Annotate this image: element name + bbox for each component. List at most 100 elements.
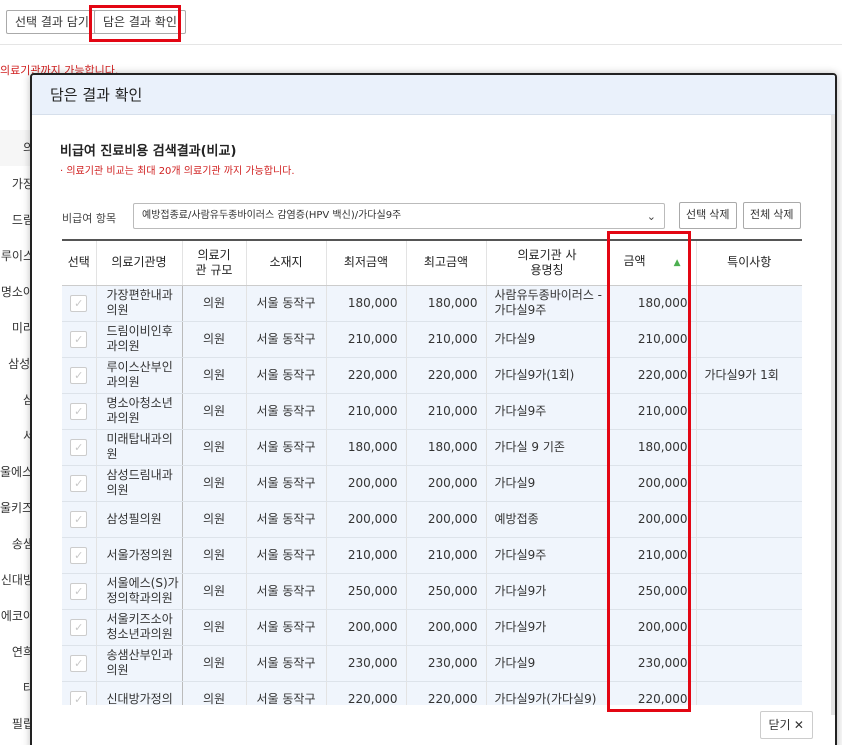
col-min-price: 최저금액	[325, 241, 406, 286]
cell-remarks	[695, 573, 802, 610]
cell-max: 230,000	[405, 645, 486, 682]
row-checkbox[interactable]: ✓	[70, 294, 88, 312]
cell-select: ✓	[62, 573, 96, 610]
cell-location: 서울 동작구	[245, 393, 326, 430]
cell-min: 210,000	[325, 537, 406, 574]
cell-remarks	[695, 321, 802, 358]
table-row[interactable]: ✓ 삼성드림내과의원 의원 서울 동작구 200,000 200,000 가다실9 200,0…	[62, 465, 802, 502]
background-row: 송샘	[11, 537, 34, 551]
cell-select: ✓	[62, 537, 96, 574]
row-checkbox[interactable]: ✓	[70, 474, 88, 492]
cell-amount: 220,000	[607, 357, 696, 394]
background-row: 가장	[11, 177, 34, 191]
item-select-value: 예방접종료/사람유두종바이러스 감염증(HPV 백신)/가다실9주	[142, 210, 402, 221]
row-checkbox[interactable]: ✓	[70, 582, 88, 600]
cell-location: 서울 동작구	[245, 573, 326, 610]
results-table: 선택 의료기관명 의료기관 규모 소재지 최저금액 최고금액 의료기관 사용명칭…	[62, 239, 802, 705]
cell-name: 서울에스(S)가정의학과의원	[95, 573, 183, 610]
sort-up-icon[interactable]: ▲	[674, 258, 681, 268]
close-button[interactable]: 닫기 ✕	[759, 711, 813, 739]
cell-select: ✓	[62, 357, 96, 394]
cell-name: 삼성필의원	[95, 501, 183, 538]
cell-select: ✓	[62, 465, 96, 502]
cell-min: 200,000	[325, 609, 406, 646]
cell-scale: 의원	[181, 537, 246, 574]
background-row: 명소아	[0, 285, 34, 299]
delete-all-button[interactable]: 전체 삭제	[743, 202, 801, 229]
row-checkbox[interactable]: ✓	[70, 618, 88, 636]
col-scale-label: 의료기관 규모	[195, 247, 233, 277]
cell-max: 210,000	[405, 537, 486, 574]
col-scale: 의료기관 규모	[181, 241, 246, 286]
row-checkbox[interactable]: ✓	[70, 690, 88, 705]
row-checkbox[interactable]: ✓	[70, 366, 88, 384]
background-row: 울에스(	[0, 465, 34, 479]
row-checkbox[interactable]: ✓	[70, 438, 88, 456]
cell-max: 220,000	[405, 357, 486, 394]
cell-location: 서울 동작구	[245, 645, 326, 682]
select-add-button[interactable]: 선택 결과 담기	[6, 10, 98, 34]
table-row[interactable]: ✓ 드림이비인후과의원 의원 서울 동작구 210,000 210,000 가다실9 210,…	[62, 321, 802, 358]
cell-scale: 의원	[181, 285, 246, 322]
cell-min: 210,000	[325, 321, 406, 358]
background-row: 울키즈소	[0, 501, 34, 515]
table-row[interactable]: ✓ 삼성필의원 의원 서울 동작구 200,000 200,000 예방접종 200,000	[62, 501, 802, 538]
section-title: 비급여 진료비용 검색결과(비교)	[60, 144, 237, 159]
cell-usage: 가다실9	[485, 645, 608, 682]
cell-name: 가장편한내과의원	[95, 285, 183, 322]
background-table: 의 가장드림루이스명소아미라삼성. 삼서울에스(울키즈소송샘신대방에코아연희타필립	[0, 130, 34, 742]
cell-amount: 230,000	[607, 645, 696, 682]
col-max-price: 최고금액	[405, 241, 486, 286]
cell-min: 250,000	[325, 573, 406, 610]
table-row[interactable]: ✓ 명소아청소년과의원 의원 서울 동작구 210,000 210,000 가다실9주 210…	[62, 393, 802, 430]
cell-location: 서울 동작구	[245, 357, 326, 394]
cell-amount: 210,000	[607, 393, 696, 430]
cell-location: 서울 동작구	[245, 537, 326, 574]
table-row[interactable]: ✓ 가장편한내과의원 의원 서울 동작구 180,000 180,000 사람유두종바이러스…	[62, 285, 802, 322]
cell-amount: 200,000	[607, 609, 696, 646]
modal-scrollbar[interactable]	[831, 115, 835, 715]
col-usage-label: 의료기관 사용명칭	[517, 247, 577, 277]
table-row[interactable]: ✓ 송샘산부인과의원 의원 서울 동작구 230,000 230,000 가다실9 230,0…	[62, 645, 802, 682]
background-row: 타	[22, 681, 34, 695]
table-row[interactable]: ✓ 서울키즈소아청소년과의원 의원 서울 동작구 200,000 200,000 가다실9가…	[62, 609, 802, 646]
table-row[interactable]: ✓ 서울가정의원 의원 서울 동작구 210,000 210,000 가다실9주 210,00…	[62, 537, 802, 574]
cell-usage: 예방접종	[485, 501, 608, 538]
table-row[interactable]: ✓ 서울에스(S)가정의학과의원 의원 서울 동작구 250,000 250,000 가다실…	[62, 573, 802, 610]
row-checkbox[interactable]: ✓	[70, 330, 88, 348]
cell-max: 220,000	[405, 681, 486, 705]
table-row[interactable]: ✓ 신대방가정의 의원 서울 동작구 220,000 220,000 가다실9가(가다실9)…	[62, 681, 802, 705]
delete-selected-button[interactable]: 선택 삭제	[679, 202, 737, 229]
cell-min: 210,000	[325, 393, 406, 430]
cell-scale: 의원	[181, 501, 246, 538]
cell-usage: 사람유두종바이러스 - 가다실9주	[485, 285, 608, 322]
cell-min: 200,000	[325, 465, 406, 502]
col-amount-label: 금액	[623, 254, 646, 269]
cell-location: 서울 동작구	[245, 321, 326, 358]
row-checkbox[interactable]: ✓	[70, 402, 88, 420]
cell-location: 서울 동작구	[245, 285, 326, 322]
cell-usage: 가다실9	[485, 321, 608, 358]
cell-scale: 의원	[181, 321, 246, 358]
cell-min: 200,000	[325, 501, 406, 538]
row-checkbox[interactable]: ✓	[70, 654, 88, 672]
cell-name: 루이스산부인과의원	[95, 357, 183, 394]
cell-location: 서울 동작구	[245, 429, 326, 466]
background-row: 드림	[11, 213, 34, 227]
col-amount[interactable]: 금액 ▲	[607, 241, 696, 286]
cell-name: 서울가정의원	[95, 537, 183, 574]
section-notice: · 의료기관 비교는 최대 20개 의료기관 까지 가능합니다.	[60, 166, 295, 177]
table-row[interactable]: ✓ 루이스산부인과의원 의원 서울 동작구 220,000 220,000 가다실9가(1회…	[62, 357, 802, 394]
table-row[interactable]: ✓ 미래탑내과의원 의원 서울 동작구 180,000 180,000 가다실 9 기존 18…	[62, 429, 802, 466]
cell-scale: 의원	[181, 609, 246, 646]
row-checkbox[interactable]: ✓	[70, 546, 88, 564]
cell-amount: 210,000	[607, 321, 696, 358]
col-select: 선택	[62, 241, 96, 286]
item-select[interactable]: 예방접종료/사람유두종바이러스 감염증(HPV 백신)/가다실9주 ⌄	[133, 203, 665, 229]
row-checkbox[interactable]: ✓	[70, 510, 88, 528]
cell-remarks	[695, 429, 802, 466]
cell-name: 송샘산부인과의원	[95, 645, 183, 682]
cell-name: 드림이비인후과의원	[95, 321, 183, 358]
col-remarks: 특이사항	[695, 241, 802, 286]
cell-name: 서울키즈소아청소년과의원	[95, 609, 183, 646]
